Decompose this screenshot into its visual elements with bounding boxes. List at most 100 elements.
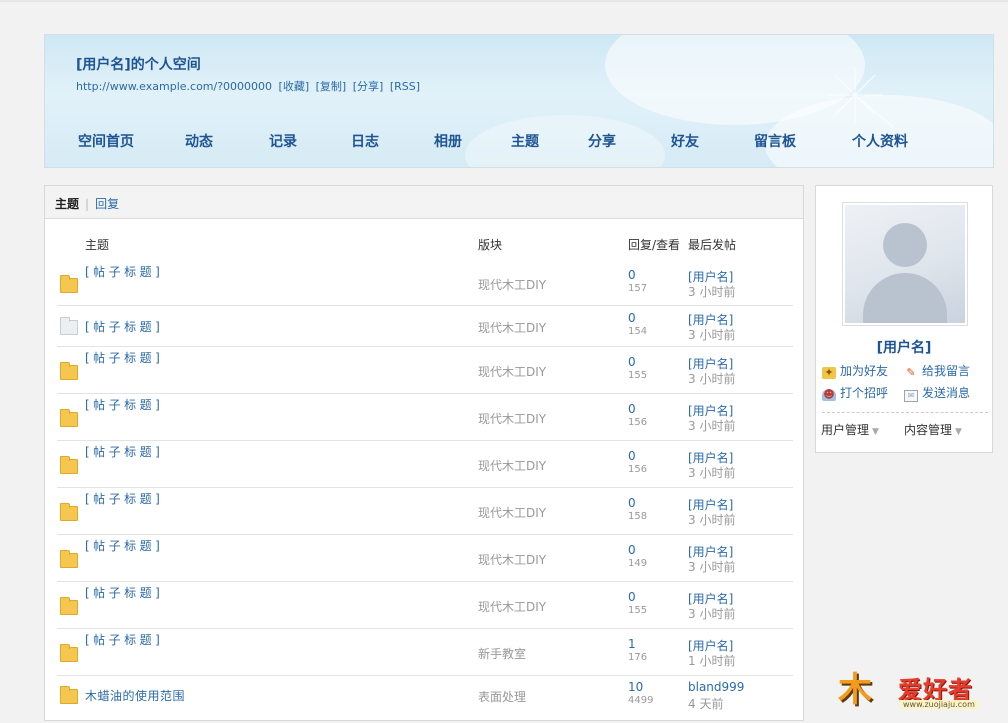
copy-link[interactable]: [复制] xyxy=(316,80,347,93)
thread-views: 155 xyxy=(628,604,648,616)
space-url[interactable]: http://www.example.com/?0000000 xyxy=(76,80,272,93)
thread-replies[interactable]: 0 xyxy=(628,311,636,325)
last-post-time: 3 小时前 xyxy=(688,512,736,527)
avatar[interactable] xyxy=(842,202,968,326)
column-topic: 主题 xyxy=(85,238,110,252)
space-title[interactable]: [用户名]的个人空间 xyxy=(76,54,201,74)
thread-replies[interactable]: 0 xyxy=(628,402,636,416)
folder-icon xyxy=(60,502,78,521)
nav-threads[interactable]: 主题 xyxy=(511,131,539,151)
column-stats: 回复/查看 xyxy=(628,238,681,252)
thread-board[interactable]: 现代木工DIY xyxy=(478,319,546,336)
tab-divider: | xyxy=(85,197,90,211)
thread-title[interactable]: [帖子标题] xyxy=(85,537,455,555)
add-friend-label: 加为好友 xyxy=(840,364,889,378)
share-link[interactable]: [分享] xyxy=(353,80,384,93)
thread-title[interactable]: [帖子标题] xyxy=(85,490,455,508)
folder-icon xyxy=(60,643,78,662)
last-post-time: 4 天前 xyxy=(688,697,724,711)
tab-threads[interactable]: 主题 xyxy=(55,197,79,211)
profile-divider xyxy=(822,412,988,413)
profile-card: [用户名] ✦ 加为好友 ✎ 给我留言 ☻ 打个招呼 ✉ 发送消息 用户管理 ▼ 内容管理… xyxy=(815,185,993,453)
nav-shares[interactable]: 分享 xyxy=(588,131,616,151)
pencil-icon: ✎ xyxy=(906,366,916,379)
tab-replies[interactable]: 回复 xyxy=(95,197,119,211)
avatar-placeholder xyxy=(845,205,965,323)
thread-views: 156 xyxy=(628,416,648,428)
thread-replies[interactable]: 0 xyxy=(628,449,636,463)
chevron-down-icon: ▼ xyxy=(872,427,879,437)
folder-icon xyxy=(60,274,78,293)
nav-blog[interactable]: 日志 xyxy=(351,131,379,151)
last-post-time: 3 小时前 xyxy=(688,559,736,574)
folder-icon xyxy=(60,408,78,427)
logo-url: www.zuojiaju.com xyxy=(900,700,978,709)
space-header: [用户名]的个人空间 http://www.example.com/?00000… xyxy=(44,34,994,168)
thread-replies[interactable]: 0 xyxy=(628,355,636,369)
favorite-link[interactable]: [收藏] xyxy=(279,80,310,93)
nav-feed[interactable]: 动态 xyxy=(185,131,213,151)
site-logo[interactable]: 木 爱好者 www.zuojiaju.com xyxy=(838,662,998,714)
leave-message-label: 给我留言 xyxy=(922,364,971,378)
thread-title[interactable]: [帖子标题] xyxy=(85,396,455,414)
thread-title[interactable]: 木蜡油的使用范围 xyxy=(85,687,455,705)
last-post-time: 3 小时前 xyxy=(688,371,736,386)
content-management-menu[interactable]: 内容管理 ▼ xyxy=(904,421,962,438)
thread-board[interactable]: 表面处理 xyxy=(478,688,526,705)
thread-replies[interactable]: 0 xyxy=(628,543,636,557)
thread-board[interactable]: 现代木工DIY xyxy=(478,504,546,521)
thread-board[interactable]: 现代木工DIY xyxy=(478,457,546,474)
thread-board[interactable]: 新手教室 xyxy=(478,645,526,662)
table-row: [帖子标题] 现代木工DIY 0 158 [用户名] 3 小时前 xyxy=(57,488,793,535)
nav-guestbook[interactable]: 留言板 xyxy=(754,131,796,151)
table-row: 木蜡油的使用范围 表面处理 10 4499 bland999 4 天前 xyxy=(57,676,793,716)
nav-friends[interactable]: 好友 xyxy=(671,131,699,151)
nav-profile[interactable]: 个人资料 xyxy=(852,131,908,151)
add-friend-button[interactable]: ✦ 加为好友 xyxy=(822,362,888,379)
thread-replies[interactable]: 0 xyxy=(628,496,636,510)
thread-board[interactable]: 现代木工DIY xyxy=(478,410,546,427)
poke-button[interactable]: ☻ 打个招呼 xyxy=(822,384,888,401)
user-management-menu[interactable]: 用户管理 ▼ xyxy=(821,421,879,438)
thread-board[interactable]: 现代木工DIY xyxy=(478,598,546,615)
last-post-time: 3 小时前 xyxy=(688,327,736,342)
thread-board[interactable]: 现代木工DIY xyxy=(478,363,546,380)
folder-icon xyxy=(60,455,78,474)
thread-title[interactable]: [帖子标题] xyxy=(85,263,455,281)
last-post-time: 1 小时前 xyxy=(688,653,736,668)
nav-records[interactable]: 记录 xyxy=(269,131,297,151)
thread-board[interactable]: 现代木工DIY xyxy=(478,551,546,568)
rss-link[interactable]: [RSS] xyxy=(390,80,420,93)
column-last-post: 最后发帖 xyxy=(688,238,737,252)
thread-title[interactable]: [帖子标题] xyxy=(85,318,455,336)
thread-title[interactable]: [帖子标题] xyxy=(85,443,455,461)
user-wave-icon: ☻ xyxy=(822,388,836,401)
thread-board[interactable]: 现代木工DIY xyxy=(478,276,546,293)
send-message-button[interactable]: ✉ 发送消息 xyxy=(904,384,970,402)
nav-album[interactable]: 相册 xyxy=(434,131,462,151)
last-post-time: 3 小时前 xyxy=(688,284,736,299)
thread-views: 157 xyxy=(628,282,648,294)
last-post-time: 3 小时前 xyxy=(688,606,736,621)
table-row: [帖子标题] 现代木工DIY 0 156 [用户名] 3 小时前 xyxy=(57,441,793,488)
folder-icon xyxy=(60,361,78,380)
leave-message-button[interactable]: ✎ 给我留言 xyxy=(904,362,970,379)
thread-title[interactable]: [帖子标题] xyxy=(85,349,455,367)
space-nav: 空间首页 动态 记录 日志 相册 主题 分享 好友 留言板 个人资料 xyxy=(45,131,993,153)
thread-views: 155 xyxy=(628,369,648,381)
dandelion-icon xyxy=(827,67,894,128)
thread-title[interactable]: [帖子标题] xyxy=(85,631,455,649)
column-board: 版块 xyxy=(478,238,503,252)
last-poster[interactable]: bland999 xyxy=(688,680,744,694)
folder-icon xyxy=(60,686,78,704)
profile-username[interactable]: [用户名] xyxy=(816,337,992,357)
thread-tabs: 主题 | 回复 xyxy=(45,186,803,219)
thread-replies[interactable]: 0 xyxy=(628,268,636,282)
thread-title[interactable]: [帖子标题] xyxy=(85,584,455,602)
thread-replies[interactable]: 10 xyxy=(628,680,643,694)
thread-views: 156 xyxy=(628,463,648,475)
thread-replies[interactable]: 0 xyxy=(628,590,636,604)
thread-replies[interactable]: 1 xyxy=(628,637,636,651)
nav-home[interactable]: 空间首页 xyxy=(78,131,134,151)
thread-views: 158 xyxy=(628,510,648,522)
